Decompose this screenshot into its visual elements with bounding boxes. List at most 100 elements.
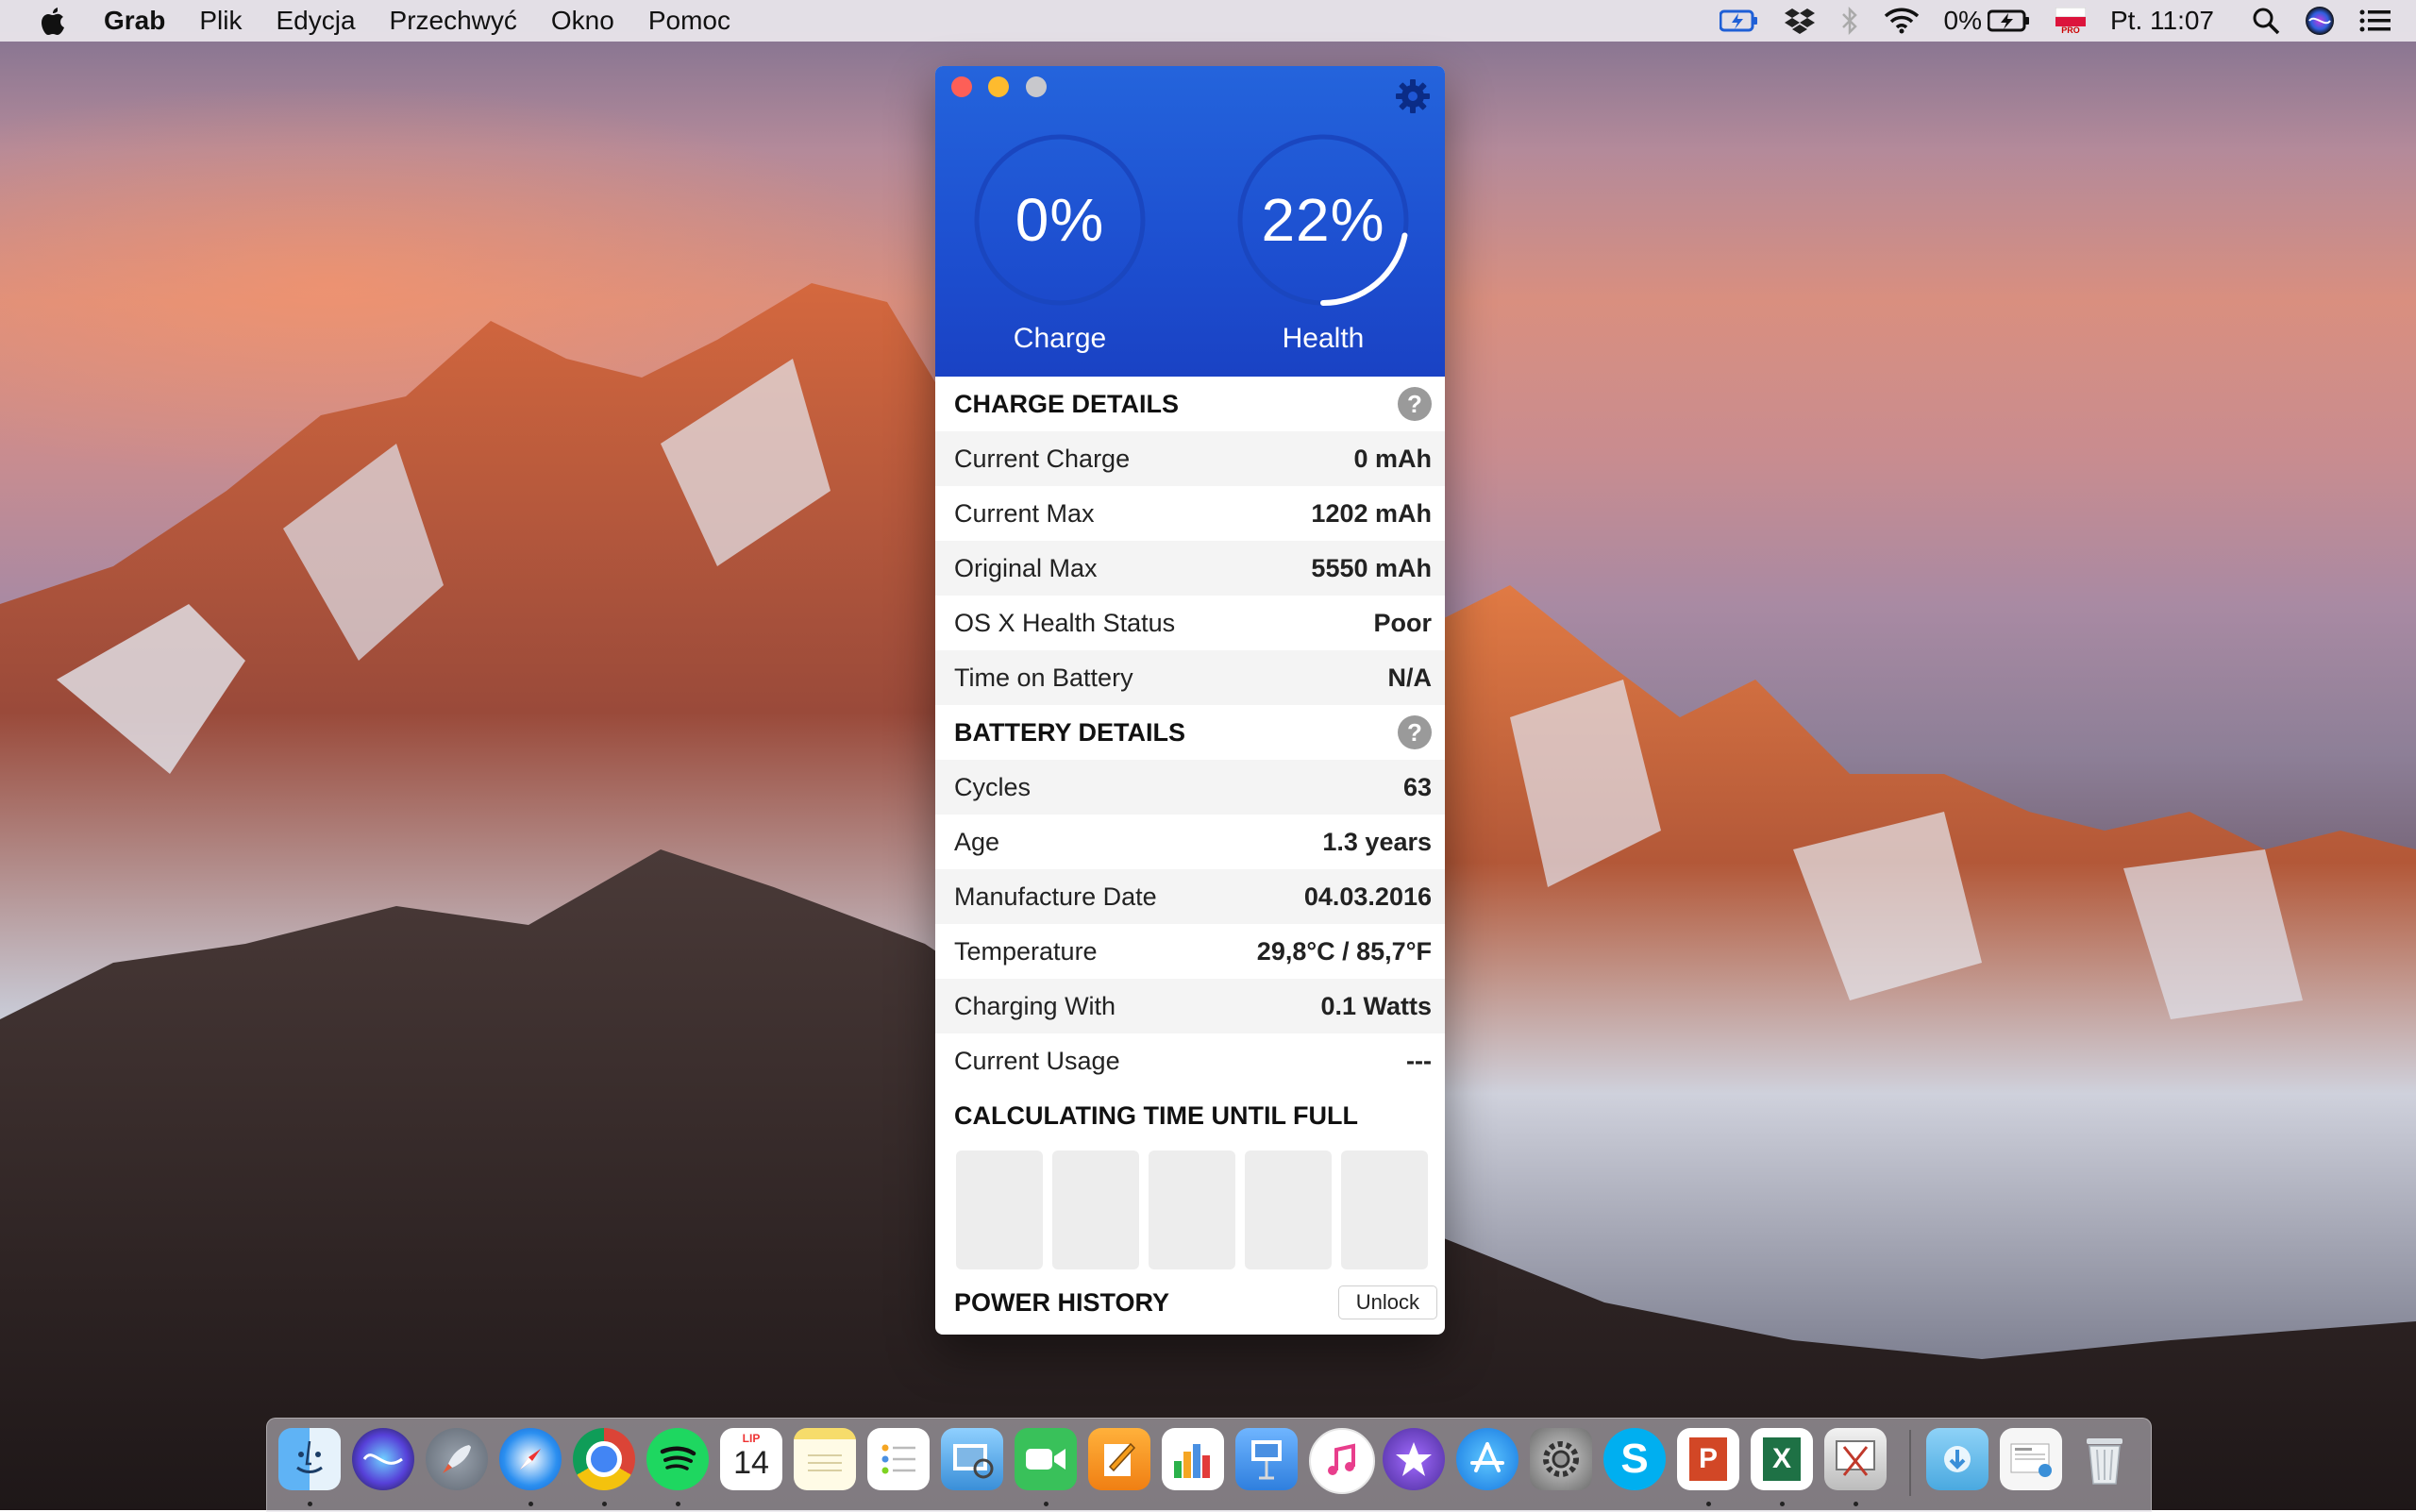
time-until-full-placeholder [935,1143,1445,1269]
dropbox-icon[interactable] [1784,7,1816,35]
detail-label: Cycles [954,772,1032,801]
battery-icon[interactable] [1987,8,2031,33]
health-gauge: 22% [1233,130,1413,310]
detail-row: Current Charge 0 mAh [935,431,1445,486]
charge-percent: 0% [1015,186,1105,254]
skype-icon[interactable]: S [1603,1428,1666,1490]
help-icon[interactable]: ? [1398,387,1432,421]
trash-icon[interactable] [2073,1428,2136,1490]
detail-value: 5550 mAh [1311,553,1432,582]
keynote-icon[interactable] [1235,1428,1298,1490]
status-area: 0% PRO Pt. 11:07 [1719,0,2416,42]
facetime-icon[interactable] [1015,1428,1077,1490]
health-percent: 22% [1261,186,1385,254]
running-indicator [528,1502,533,1506]
detail-row: Current Max 1202 mAh [935,486,1445,541]
notification-center-icon[interactable] [2359,8,2391,33]
battery-app-window: 0% Charge 22% Health CHARGE DETAILS ? Cu… [935,66,1445,1335]
app-store-icon[interactable] [1456,1428,1518,1490]
bluetooth-icon[interactable] [1840,7,1859,35]
charge-label: Charge [1013,323,1107,354]
window-zoom-button[interactable] [1026,76,1047,97]
reminders-icon[interactable] [867,1428,930,1490]
detail-row: Cycles 63 [935,760,1445,815]
health-label: Health [1282,323,1365,354]
details-panel: CHARGE DETAILS ? Current Charge 0 mAh Cur… [935,377,1445,1335]
siri-icon[interactable] [352,1428,414,1490]
apple-icon[interactable] [36,4,70,38]
battery-details-header: BATTERY DETAILS ? [935,705,1445,760]
detail-label: Temperature [954,936,1098,966]
detail-label: Current Usage [954,1046,1120,1075]
menubar-clock[interactable]: Pt. 11:07 [2110,6,2214,36]
detail-row: Age 1.3 years [935,815,1445,869]
placeholder-box [1052,1151,1139,1269]
input-source-flag-icon[interactable]: PRO [2055,7,2086,35]
excel-glyph: X [1763,1437,1801,1481]
running-indicator [1044,1502,1049,1506]
menu-edycja[interactable]: Edycja [276,6,355,36]
detail-label: Current Max [954,498,1095,528]
detail-row: Temperature 29,8°C / 85,7°F [935,924,1445,979]
battery-percent: 0% [1943,6,1982,35]
imovie-icon[interactable] [1383,1428,1445,1490]
placeholder-box [1245,1151,1332,1269]
detail-value: 1.3 years [1322,827,1432,856]
spotify-icon[interactable] [646,1428,709,1490]
help-icon[interactable]: ? [1398,715,1432,749]
grab-icon[interactable] [1824,1428,1887,1490]
skype-glyph: S [1620,1436,1649,1482]
powerpoint-glyph: P [1689,1437,1727,1481]
dock-separator [1909,1430,1911,1496]
system-preferences-icon[interactable] [1530,1428,1592,1490]
wifi-icon[interactable] [1884,8,1920,34]
detail-value: 0.1 Watts [1320,991,1432,1020]
menu-okno[interactable]: Okno [551,6,614,36]
pages-icon[interactable] [1088,1428,1150,1490]
chrome-icon[interactable] [573,1428,635,1490]
safari-icon[interactable] [499,1428,562,1490]
window-header: 0% Charge 22% Health [935,66,1445,377]
documents-stack-icon[interactable] [2000,1428,2062,1490]
menu-bar: Grab Plik Edycja Przechwyć Okno Pomoc 0%… [0,0,2416,42]
menu-pomoc[interactable]: Pomoc [648,6,730,36]
running-indicator [1706,1502,1711,1506]
detail-row: Time on Battery N/A [935,650,1445,705]
unlock-button[interactable]: Unlock [1337,1285,1437,1319]
calendar-icon[interactable]: LIP 14 [720,1428,782,1490]
spotlight-search-icon[interactable] [2252,7,2280,35]
numbers-icon[interactable] [1162,1428,1224,1490]
calculating-time-header: CALCULATING TIME UNTIL FULL [935,1088,1445,1143]
detail-label: Manufacture Date [954,882,1157,911]
menu-przechwyc[interactable]: Przechwyć [390,6,517,36]
siri-icon[interactable] [2305,6,2335,36]
placeholder-box [1149,1151,1235,1269]
detail-row: Charging With 0.1 Watts [935,979,1445,1033]
battery-app-icon[interactable] [1719,8,1759,33]
detail-label: Charging With [954,991,1116,1020]
power-history-bar: POWER HISTORY Unlock [935,1269,1445,1335]
window-minimize-button[interactable] [988,76,1009,97]
gear-icon[interactable] [1394,77,1432,115]
menu-plik[interactable]: Plik [199,6,242,36]
finder-icon[interactable] [278,1428,341,1490]
downloads-folder-icon[interactable] [1926,1428,1988,1490]
launchpad-icon[interactable] [426,1428,488,1490]
window-close-button[interactable] [951,76,972,97]
detail-row: Current Usage --- [935,1033,1445,1088]
excel-icon[interactable]: X [1751,1428,1813,1490]
app-menu-grab[interactable]: Grab [104,6,165,36]
charge-details-header: CHARGE DETAILS ? [935,377,1445,431]
detail-label: Age [954,827,1000,856]
detail-value: N/A [1387,663,1433,692]
battery-details-title: BATTERY DETAILS [954,717,1186,747]
placeholder-box [956,1151,1043,1269]
charge-gauge: 0% [970,130,1149,310]
preview-icon[interactable] [941,1428,1003,1490]
power-history-title: POWER HISTORY [954,1287,1170,1317]
charge-details-title: CHARGE DETAILS [954,389,1180,418]
itunes-icon[interactable] [1309,1428,1375,1494]
powerpoint-icon[interactable]: P [1677,1428,1739,1490]
notes-icon[interactable] [794,1428,856,1490]
detail-label: Time on Battery [954,663,1133,692]
